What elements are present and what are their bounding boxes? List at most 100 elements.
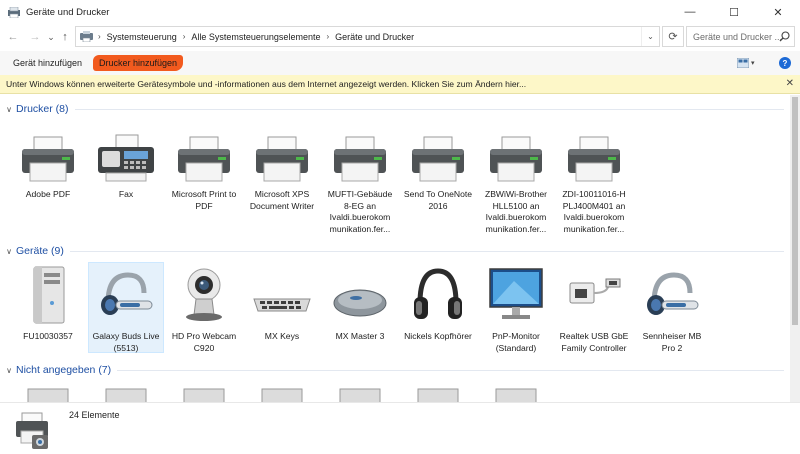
navigation-bar: ← → ⌄ ↑ › Systemsteuerung › Alle Systems…	[0, 26, 800, 48]
device-item[interactable]	[478, 383, 554, 402]
device-item[interactable]: ZBWiWi-Brother HLL5100 an Ivaldi.bueroko…	[478, 133, 554, 235]
device-item[interactable]	[10, 383, 86, 402]
device-item[interactable]: ZDI-10011016-H PLJ400M401 an Ivaldi.buer…	[556, 133, 632, 235]
mouse-icon	[328, 263, 392, 327]
group-header-drucker[interactable]: ∨ Drucker (8)	[0, 101, 790, 117]
forward-button[interactable]: →	[28, 29, 42, 45]
device-label: ZBWiWi-Brother HLL5100 an Ivaldi.bueroko…	[484, 189, 548, 234]
usb-adapter-icon	[562, 263, 626, 327]
fax-icon	[94, 133, 158, 185]
breadcrumb-separator[interactable]: ›	[183, 32, 186, 41]
refresh-button[interactable]: ⟳	[662, 26, 684, 47]
device-item[interactable]: Send To OneNote 2016	[400, 133, 476, 212]
forward-arrow-icon: →	[29, 31, 41, 43]
group-title: Geräte (9)	[16, 245, 64, 257]
scrollbar-thumb[interactable]	[792, 97, 798, 325]
search-placeholder: Geräte und Drucker ...	[693, 31, 783, 42]
generic-device-icon	[328, 383, 392, 402]
chevron-down-icon[interactable]: ∨	[2, 247, 16, 256]
up-button[interactable]: ↑	[58, 29, 72, 45]
device-item[interactable]: MX Keys	[244, 263, 320, 343]
device-item[interactable]	[322, 383, 398, 402]
device-list: ∨ Drucker (8) Adobe PDF Fax Microsoft Pr…	[0, 95, 790, 402]
change-view-button[interactable]: ▾	[737, 56, 763, 70]
back-button[interactable]: ←	[6, 29, 20, 45]
minimize-icon: —	[684, 6, 696, 18]
recent-locations-button[interactable]: ⌄	[44, 29, 58, 45]
device-item[interactable]: MUFTI-Gebäude 8-EG an Ivaldi.buerokom mu…	[322, 133, 398, 235]
device-label: HD Pro Webcam C920	[171, 331, 237, 353]
address-bar[interactable]: › Systemsteuerung › Alle Systemsteuerung…	[75, 26, 660, 47]
minimize-button[interactable]: —	[668, 0, 712, 24]
title-bar: Geräte und Drucker — ☐ ✕	[0, 0, 800, 26]
printer-icon	[250, 133, 314, 185]
group-divider	[74, 108, 784, 110]
device-item[interactable]: Microsoft Print to PDF	[166, 133, 242, 212]
device-item[interactable]: Microsoft XPS Document Writer	[244, 133, 320, 212]
help-button[interactable]: ?	[779, 57, 791, 69]
device-item[interactable]: Galaxy Buds Live (5513)	[88, 262, 164, 353]
device-label: Nickels Kopfhörer	[404, 331, 472, 341]
window-title: Geräte und Drucker	[26, 7, 110, 18]
printer-icon	[328, 133, 392, 185]
device-label: ZDI-10011016-H PLJ400M401 an Ivaldi.buer…	[562, 189, 626, 234]
search-input[interactable]: Geräte und Drucker ...	[686, 26, 795, 47]
device-label: Fax	[118, 189, 134, 199]
device-item[interactable]: Sennheiser MB Pro 2	[634, 263, 710, 354]
group-header-nicht-angegeben[interactable]: ∨ Nicht angegeben (7)	[0, 362, 790, 378]
breadcrumb-separator[interactable]: ›	[326, 32, 329, 41]
device-label: FU10030357	[23, 331, 73, 341]
device-item[interactable]: FU10030357	[10, 263, 86, 343]
device-item[interactable]: PnP-Monitor (Standard)	[478, 263, 554, 354]
generic-device-icon	[406, 383, 470, 402]
group-title: Nicht angegeben (7)	[16, 364, 112, 376]
device-label: Microsoft Print to PDF	[171, 189, 237, 211]
chevron-down-icon: ⌄	[647, 32, 654, 41]
address-history-dropdown[interactable]: ⌄	[641, 27, 659, 46]
maximize-button[interactable]: ☐	[712, 0, 756, 24]
headset-icon	[640, 263, 704, 327]
device-item[interactable]: Adobe PDF	[10, 133, 86, 201]
device-label: MX Keys	[264, 331, 300, 341]
add-device-button[interactable]: Gerät hinzufügen	[9, 55, 86, 71]
add-printer-button[interactable]: Drucker hinzufügen	[93, 55, 184, 71]
device-item[interactable]: MX Master 3	[322, 263, 398, 343]
device-item[interactable]	[88, 383, 164, 402]
group-title: Drucker (8)	[16, 103, 69, 115]
printer-icon	[172, 133, 236, 185]
chevron-down-icon[interactable]: ∨	[2, 366, 16, 375]
group-header-geraete[interactable]: ∨ Geräte (9)	[0, 243, 790, 259]
refresh-icon: ⟳	[668, 31, 678, 43]
info-bar[interactable]: Unter Windows können erweiterte Gerätesy…	[0, 75, 800, 94]
keyboard-icon	[250, 263, 314, 327]
device-item[interactable]: Realtek USB GbE Family Controller	[556, 263, 632, 354]
device-label: MX Master 3	[335, 331, 385, 341]
help-icon: ?	[782, 58, 788, 68]
info-bar-text[interactable]: Unter Windows können erweiterte Gerätesy…	[6, 79, 526, 89]
generic-device-icon	[94, 383, 158, 402]
breadcrumb-systemsteuerung[interactable]: Systemsteuerung	[107, 32, 177, 42]
device-item[interactable]: Fax	[88, 133, 164, 201]
info-bar-close-icon[interactable]: ✕	[786, 78, 794, 89]
breadcrumb-separator: ›	[98, 32, 101, 41]
item-count: 24 Elemente	[69, 410, 120, 420]
breadcrumb-geraete-und-drucker[interactable]: Geräte und Drucker	[335, 32, 414, 42]
device-item[interactable]: Nickels Kopfhörer	[400, 263, 476, 343]
device-item[interactable]: HD Pro Webcam C920	[166, 263, 242, 354]
close-icon: ✕	[773, 6, 783, 19]
device-item[interactable]	[244, 383, 320, 402]
webcam-icon	[172, 263, 236, 327]
control-panel-icon	[80, 31, 93, 42]
breadcrumb-alle-elemente[interactable]: Alle Systemsteuerungselemente	[191, 32, 320, 42]
close-button[interactable]: ✕	[756, 0, 800, 24]
device-label: Sennheiser MB Pro 2	[642, 331, 702, 353]
device-item[interactable]	[166, 383, 242, 402]
device-item[interactable]	[400, 383, 476, 402]
generic-device-icon	[250, 383, 314, 402]
device-label: Send To OneNote 2016	[403, 189, 473, 211]
vertical-scrollbar[interactable]	[790, 95, 800, 402]
back-arrow-icon: ←	[7, 31, 19, 43]
generic-device-icon	[16, 383, 80, 402]
details-pane: 24 Elemente	[0, 402, 800, 454]
chevron-down-icon[interactable]: ∨	[2, 105, 16, 114]
